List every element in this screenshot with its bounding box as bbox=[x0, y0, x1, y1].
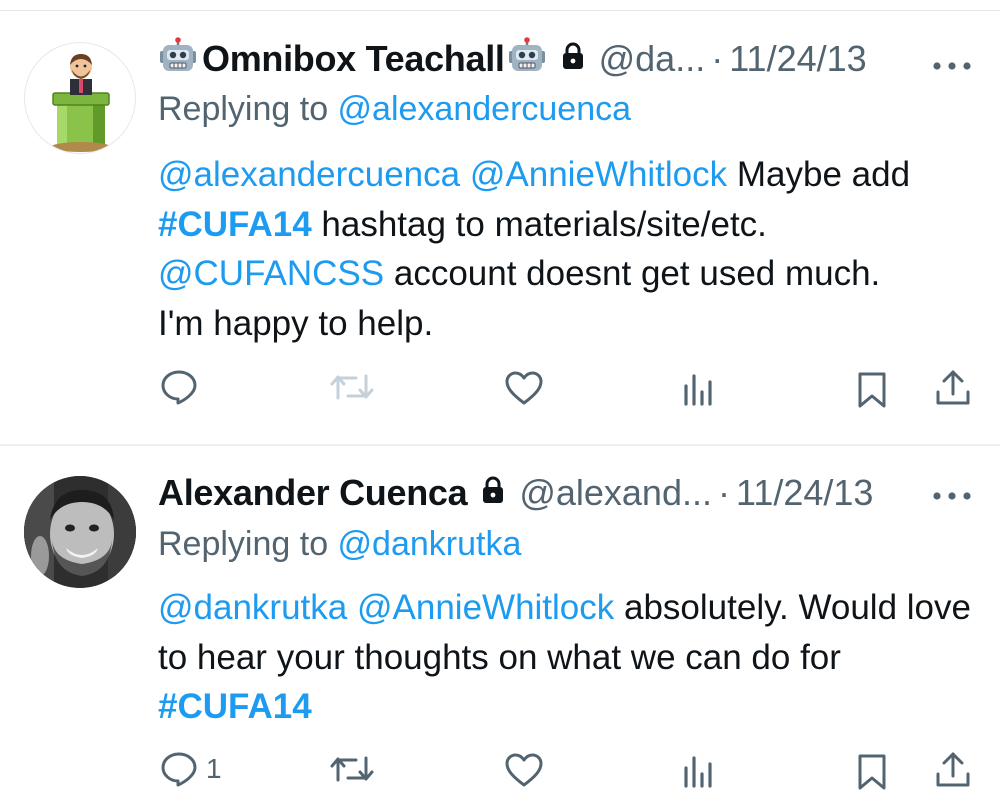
text-segment: account doesnt get used much. bbox=[384, 254, 881, 293]
tweet-header: Omnibox Teachall @da... · 11/24/13 bbox=[158, 36, 867, 82]
views-button[interactable] bbox=[682, 754, 716, 788]
robot-face-icon bbox=[507, 36, 547, 82]
share-upload-icon bbox=[934, 750, 972, 790]
bookmark-button[interactable] bbox=[856, 752, 888, 792]
replying-prefix: Replying to bbox=[158, 525, 338, 563]
separator: · bbox=[711, 38, 724, 79]
ellipsis-icon bbox=[932, 58, 972, 75]
bookmark-button[interactable] bbox=[856, 370, 888, 410]
bookmark-icon bbox=[856, 370, 888, 410]
mention-link[interactable]: @AnnieWhitlock bbox=[470, 155, 727, 194]
lock-icon bbox=[561, 38, 585, 80]
bookmark-icon bbox=[856, 752, 888, 792]
user-handle[interactable]: @da... bbox=[599, 38, 706, 80]
share-button[interactable] bbox=[934, 750, 972, 790]
ellipsis-icon bbox=[932, 488, 972, 505]
action-bar bbox=[0, 358, 1000, 418]
tweet-date[interactable]: 11/24/13 bbox=[736, 472, 873, 514]
avatar[interactable] bbox=[24, 476, 136, 588]
text-segment: Maybe add bbox=[727, 155, 911, 194]
more-options-button[interactable] bbox=[932, 488, 972, 506]
reply-count: 1 bbox=[206, 753, 222, 784]
robot-face-icon bbox=[158, 36, 198, 82]
bar-chart-icon bbox=[682, 754, 716, 788]
speech-bubble-icon bbox=[160, 368, 198, 406]
like-button[interactable] bbox=[504, 370, 544, 406]
lock-icon bbox=[481, 472, 505, 514]
mention-link[interactable]: @dankrutka bbox=[158, 588, 347, 627]
retweet-icon bbox=[330, 752, 374, 786]
text-segment: hashtag to materials/site/etc. bbox=[311, 204, 767, 244]
hashtag-link[interactable]: #CUFA14 bbox=[158, 205, 312, 244]
separator: · bbox=[717, 472, 730, 513]
retweet-button[interactable] bbox=[330, 752, 374, 786]
tweet-text: @alexandercuenca @AnnieWhitlock Maybe ad… bbox=[158, 150, 988, 348]
user-handle[interactable]: @alexand... bbox=[519, 472, 712, 514]
bar-chart-icon bbox=[682, 372, 716, 406]
hashtag-link[interactable]: #CUFA14 bbox=[158, 687, 312, 726]
mention-link[interactable]: @AnnieWhitlock bbox=[357, 588, 614, 627]
action-bar: 1 bbox=[0, 740, 1000, 800]
reply-button[interactable]: 1 bbox=[160, 750, 222, 788]
retweet-icon bbox=[330, 370, 374, 404]
share-upload-icon bbox=[934, 368, 972, 408]
replying-to: Replying to @dankrutka bbox=[158, 525, 521, 564]
replying-mention-link[interactable]: @alexandercuenca bbox=[338, 90, 631, 128]
display-name[interactable]: Omnibox Teachall bbox=[202, 38, 505, 80]
avatar[interactable] bbox=[24, 42, 136, 154]
mention-link[interactable]: @CUFANCSS bbox=[158, 254, 384, 293]
heart-icon bbox=[504, 752, 544, 788]
reply-button[interactable] bbox=[160, 368, 206, 406]
speech-bubble-icon bbox=[160, 750, 198, 788]
heart-icon bbox=[504, 370, 544, 406]
replying-prefix: Replying to bbox=[158, 90, 338, 128]
views-button[interactable] bbox=[682, 372, 716, 406]
replying-to: Replying to @alexandercuenca bbox=[158, 90, 631, 129]
like-button[interactable] bbox=[504, 752, 544, 788]
more-options-button[interactable] bbox=[932, 58, 972, 76]
display-name[interactable]: Alexander Cuenca bbox=[158, 472, 468, 514]
tweet-item[interactable]: Omnibox Teachall @da... · 11/24/13 Reply… bbox=[0, 0, 1000, 444]
tweet-item[interactable]: Alexander Cuenca @alexand... · 11/24/13 … bbox=[0, 446, 1000, 811]
mention-link[interactable]: @alexandercuenca bbox=[158, 155, 460, 194]
text-segment: I'm happy to help. bbox=[158, 303, 434, 343]
share-button[interactable] bbox=[934, 368, 972, 408]
replying-mention-link[interactable]: @dankrutka bbox=[338, 525, 522, 563]
tweet-date[interactable]: 11/24/13 bbox=[729, 38, 866, 80]
tweet-header: Alexander Cuenca @alexand... · 11/24/13 bbox=[158, 471, 873, 515]
retweet-button[interactable] bbox=[330, 370, 374, 404]
tweet-text: @dankrutka @AnnieWhitlock absolutely. Wo… bbox=[158, 583, 988, 732]
